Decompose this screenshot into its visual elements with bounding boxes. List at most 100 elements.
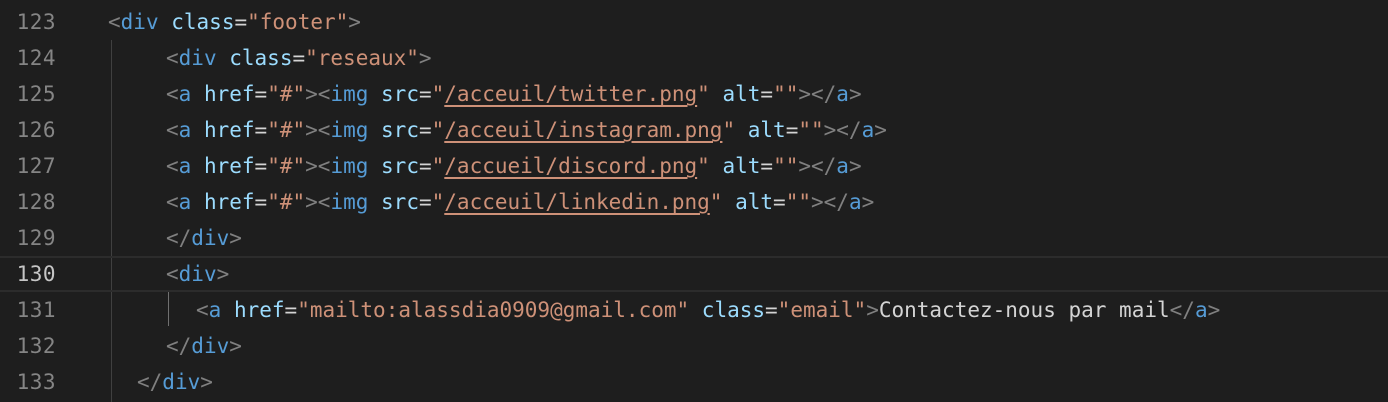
code-token: < — [166, 190, 179, 214]
code-token: "email" — [777, 298, 867, 322]
code-token: = — [418, 118, 432, 142]
line-number: 132 — [16, 334, 56, 358]
code-token: > — [229, 334, 242, 358]
code-token: "#" — [267, 82, 306, 106]
line-number: 124 — [16, 46, 56, 70]
code-token: = — [773, 190, 786, 214]
code-token: div — [191, 334, 230, 358]
code-line[interactable]: 124 <div class="reseaux"> — [0, 40, 1388, 76]
code-token: < — [166, 262, 179, 286]
line-number: 131 — [16, 298, 56, 322]
code-token: = — [292, 46, 306, 70]
code-token: alt — [722, 82, 761, 106]
code-editor[interactable]: 123 <div class="footer"> 124 <div class="re… — [0, 0, 1388, 402]
code-line[interactable]: 131 <a href="mailto:alassdia0909@gmail.co… — [0, 292, 1388, 328]
code-token: > — [229, 226, 242, 250]
code-token: </ — [166, 226, 192, 250]
code-token: >< — [305, 82, 331, 106]
code-token: < — [166, 118, 179, 142]
code-line[interactable]: 132 </div> — [0, 328, 1388, 364]
code-content[interactable]: <a href="#"><img src="/acceuil/twitter.p… — [166, 76, 862, 112]
code-token: href — [203, 154, 255, 178]
code-token: a — [861, 118, 875, 142]
code-line[interactable]: 130 <div> — [0, 256, 1388, 292]
code-line[interactable]: 127 <a href="#"><img src="/accueil/discor… — [0, 148, 1388, 184]
code-token: ></ — [811, 190, 849, 214]
code-line[interactable]: 123 <div class="footer"> — [0, 4, 1388, 40]
code-token: class — [171, 10, 235, 34]
code-token: href — [233, 298, 285, 322]
code-token: alt — [735, 190, 774, 214]
code-token: " — [431, 154, 445, 178]
code-token: img — [330, 82, 369, 106]
code-token: " — [722, 118, 736, 142]
code-token: img — [330, 190, 369, 214]
code-line[interactable]: 126 <a href="#"><img src="/acceuil/instag… — [0, 112, 1388, 148]
code-token: a — [178, 118, 192, 142]
code-token: "reseaux" — [305, 46, 419, 70]
code-content[interactable]: <a href="#"><img src="/accueil/discord.p… — [166, 148, 862, 184]
code-content[interactable]: <div class="reseaux"> — [166, 40, 432, 76]
code-content[interactable]: <div class="footer"> — [108, 4, 361, 40]
code-content[interactable]: </div> — [166, 328, 242, 364]
line-number: 133 — [16, 370, 56, 394]
code-link[interactable]: /acceuil/instagram.png — [444, 118, 722, 142]
code-token: > — [348, 10, 361, 34]
code-token: href — [203, 118, 255, 142]
code-token: = — [254, 118, 268, 142]
line-number: 127 — [16, 154, 56, 178]
code-token: alt — [722, 154, 761, 178]
code-line[interactable]: 129 </div> — [0, 220, 1388, 256]
line-number: 129 — [16, 226, 56, 250]
code-token: "#" — [267, 118, 306, 142]
code-token: = — [785, 118, 799, 142]
code-link[interactable]: /acceuil/linkedin.png — [444, 190, 710, 214]
code-token: a — [836, 154, 849, 178]
code-token: > — [418, 46, 432, 70]
code-token: " — [431, 82, 445, 106]
line-number: 126 — [16, 118, 56, 142]
code-token: "" — [798, 118, 824, 142]
code-content[interactable]: <div> — [166, 258, 229, 290]
code-token: < — [166, 82, 179, 106]
code-token: = — [765, 298, 778, 322]
code-token: " — [431, 118, 445, 142]
code-token: > — [874, 118, 887, 142]
line-number: 123 — [16, 10, 56, 34]
code-token: = — [760, 154, 774, 178]
code-line[interactable]: 125 <a href="#"><img src="/acceuil/twitte… — [0, 76, 1388, 112]
code-token: "" — [773, 82, 799, 106]
code-token: " — [709, 190, 723, 214]
code-link[interactable]: /acceuil/twitter.png — [444, 82, 697, 106]
code-token: = — [284, 298, 298, 322]
code-content[interactable]: <a href="#"><img src="/acceuil/instagram… — [166, 112, 887, 148]
code-line[interactable]: 133 </div> — [0, 364, 1388, 400]
code-link[interactable]: /accueil/discord.png — [444, 154, 697, 178]
code-token: < — [166, 154, 179, 178]
code-content[interactable]: <a href="#"><img src="/acceuil/linkedin.… — [166, 184, 874, 220]
code-token: </ — [1169, 298, 1195, 322]
code-token: img — [330, 118, 369, 142]
code-token: "#" — [267, 154, 306, 178]
code-content[interactable]: </div> — [166, 220, 242, 256]
code-token: src — [381, 190, 419, 214]
code-token: a — [208, 298, 222, 322]
code-token: = — [418, 190, 432, 214]
code-token: > — [866, 298, 879, 322]
code-content[interactable]: <a href="mailto:alassdia0909@gmail.com" … — [196, 292, 1220, 328]
code-token: class — [701, 298, 766, 322]
code-token: >< — [305, 118, 331, 142]
code-line[interactable]: 128 <a href="#"><img src="/acceuil/linked… — [0, 184, 1388, 220]
code-content[interactable]: </div> — [137, 364, 213, 400]
